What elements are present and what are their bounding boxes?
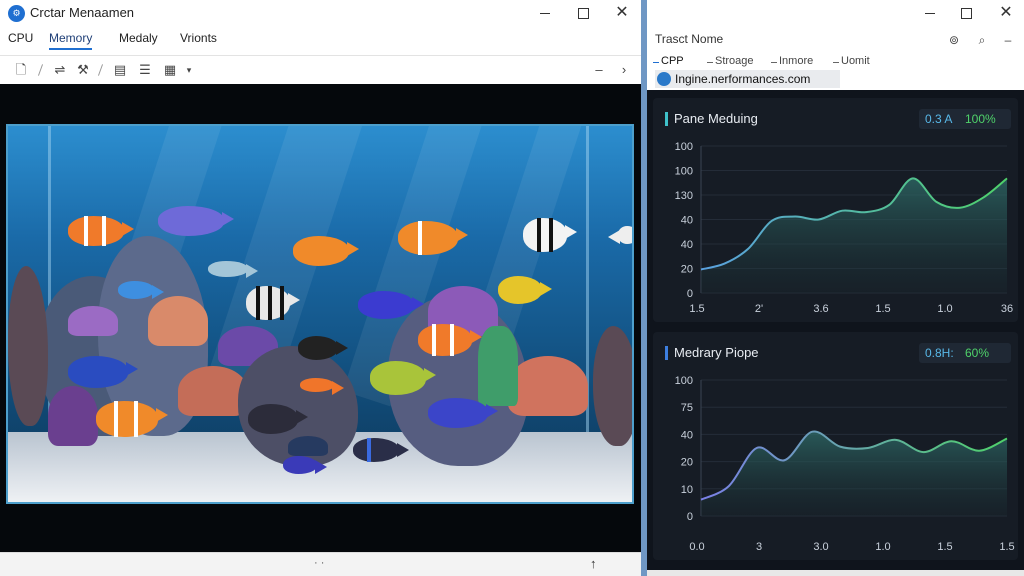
toolbar: 🗋 ⇌ ⚒ ▤ ☰ ▦ ▾ – ›: [0, 55, 641, 83]
toolbar-separator: [97, 64, 104, 76]
panel-header: Trasct Nome ⊚ ⌕ –: [647, 28, 1024, 52]
bottom-strip: [647, 570, 1024, 576]
minus-icon[interactable]: –: [999, 31, 1017, 49]
scroll-up-button[interactable]: ↑: [590, 556, 597, 571]
chevron-right-icon[interactable]: ›: [615, 61, 633, 79]
app-icon: ⚙: [8, 5, 25, 22]
title-bar: ✕: [647, 0, 1024, 26]
aquarium-image: [0, 84, 641, 552]
x-tick-label: 1.5: [937, 541, 952, 553]
y-tick-label: 20: [681, 457, 693, 469]
performance-panel-area: Pane Meduing 0.3 A 100% 100 100 130 40 40 20 0…: [647, 90, 1024, 570]
tab-vrionts[interactable]: Vrionts: [180, 31, 217, 48]
tab-cpp[interactable]: CPP: [653, 55, 684, 67]
series-area: [701, 178, 1007, 293]
resource-tabs: CPP Stroage Inmore Uomit: [647, 54, 1024, 70]
minimize-button[interactable]: [917, 2, 943, 24]
grid-icon[interactable]: ▦: [161, 61, 179, 79]
window-title: Crctar Menaamen: [30, 5, 135, 20]
tab-medaly[interactable]: Medaly: [119, 31, 158, 48]
search-icon[interactable]: ⌕: [973, 31, 991, 49]
close-button[interactable]: ✕: [609, 2, 635, 24]
settings-icon[interactable]: ⊚: [945, 31, 963, 49]
x-tick-label: 1.5: [689, 303, 704, 315]
list-icon[interactable]: ☰: [136, 61, 154, 79]
task-manager-window: ⚙ Crctar Menaamen ✕ CPU Memory Medaly Vr…: [0, 0, 641, 576]
tab-memory[interactable]: Memory: [49, 31, 93, 50]
y-tick-label: 100: [675, 375, 693, 387]
new-file-icon[interactable]: 🗋: [12, 61, 30, 79]
tab-bar: CPU Memory Medaly Vrionts: [0, 29, 641, 51]
y-tick-label: 40: [681, 215, 693, 227]
tab-cpu[interactable]: CPU: [8, 31, 33, 48]
x-tick-label: 1.0: [875, 541, 890, 553]
maximize-button[interactable]: [570, 2, 596, 24]
address-text: Ingine.nerformances.com: [675, 72, 811, 86]
address-bar[interactable]: Ingine.nerformances.com: [655, 70, 840, 88]
close-button[interactable]: ✕: [993, 2, 1019, 24]
y-tick-label: 20: [681, 264, 693, 276]
y-tick-label: 100: [675, 166, 693, 178]
y-tick-label: 130: [675, 190, 693, 202]
status-bar: · · ↑: [0, 552, 641, 576]
chart-panel-2: Medrary Piope 0.8H: 60% 100 75 40 20 10 0 0.0 3…: [653, 332, 1018, 560]
x-tick-label: 2': [755, 303, 763, 315]
x-tick-label: 3: [756, 541, 762, 553]
globe-icon: [657, 72, 671, 86]
minimize-button[interactable]: [532, 2, 558, 24]
tool-icon[interactable]: ⚒: [74, 61, 92, 79]
y-tick-label: 0: [687, 288, 693, 300]
y-tick-label: 10: [681, 484, 693, 496]
header-label: Trasct Nome: [655, 32, 724, 46]
toolbar-separator: [37, 64, 44, 76]
chart-panel-1: Pane Meduing 0.3 A 100% 100 100 130 40 40 20 0…: [653, 98, 1018, 322]
line-chart: 1007540201000.0 3 3.0 1.0 1.5 1.5: [675, 375, 1015, 553]
x-tick-label: 3.6: [813, 303, 828, 315]
title-bar: ⚙ Crctar Menaamen ✕: [0, 0, 641, 28]
y-tick-label: 100: [675, 141, 693, 153]
x-tick-label: 3.0: [813, 541, 828, 553]
y-tick-label: 75: [681, 402, 693, 414]
minus-icon[interactable]: –: [590, 61, 608, 79]
performance-window: ✕ Trasct Nome ⊚ ⌕ – CPP Stroage Inmore U…: [647, 0, 1024, 576]
aquarium-tank: [6, 124, 634, 504]
x-tick-label: 36: [1001, 303, 1013, 315]
line-chart: 100 100 130 40 40 20 0 1.5 2' 3.6 1.5 1.0 36: [675, 141, 1013, 315]
y-tick-label: 40: [681, 239, 693, 251]
y-tick-label: 40: [681, 429, 693, 441]
chevron-down-icon[interactable]: ▾: [180, 61, 198, 79]
x-tick-label: 1.5: [875, 303, 890, 315]
x-tick-label: 1.5: [999, 541, 1014, 553]
y-tick-label: 0: [687, 511, 693, 523]
save-icon[interactable]: ▤: [111, 61, 129, 79]
tab-uomit[interactable]: Uomit: [833, 55, 870, 67]
maximize-button[interactable]: [953, 2, 979, 24]
tab-inmore[interactable]: Inmore: [771, 55, 813, 67]
filter-icon[interactable]: ⇌: [51, 61, 69, 79]
x-tick-label: 1.0: [937, 303, 952, 315]
x-tick-label: 0.0: [689, 541, 704, 553]
status-indicator: · ·: [314, 557, 325, 569]
tab-stroage[interactable]: Stroage: [707, 55, 754, 67]
